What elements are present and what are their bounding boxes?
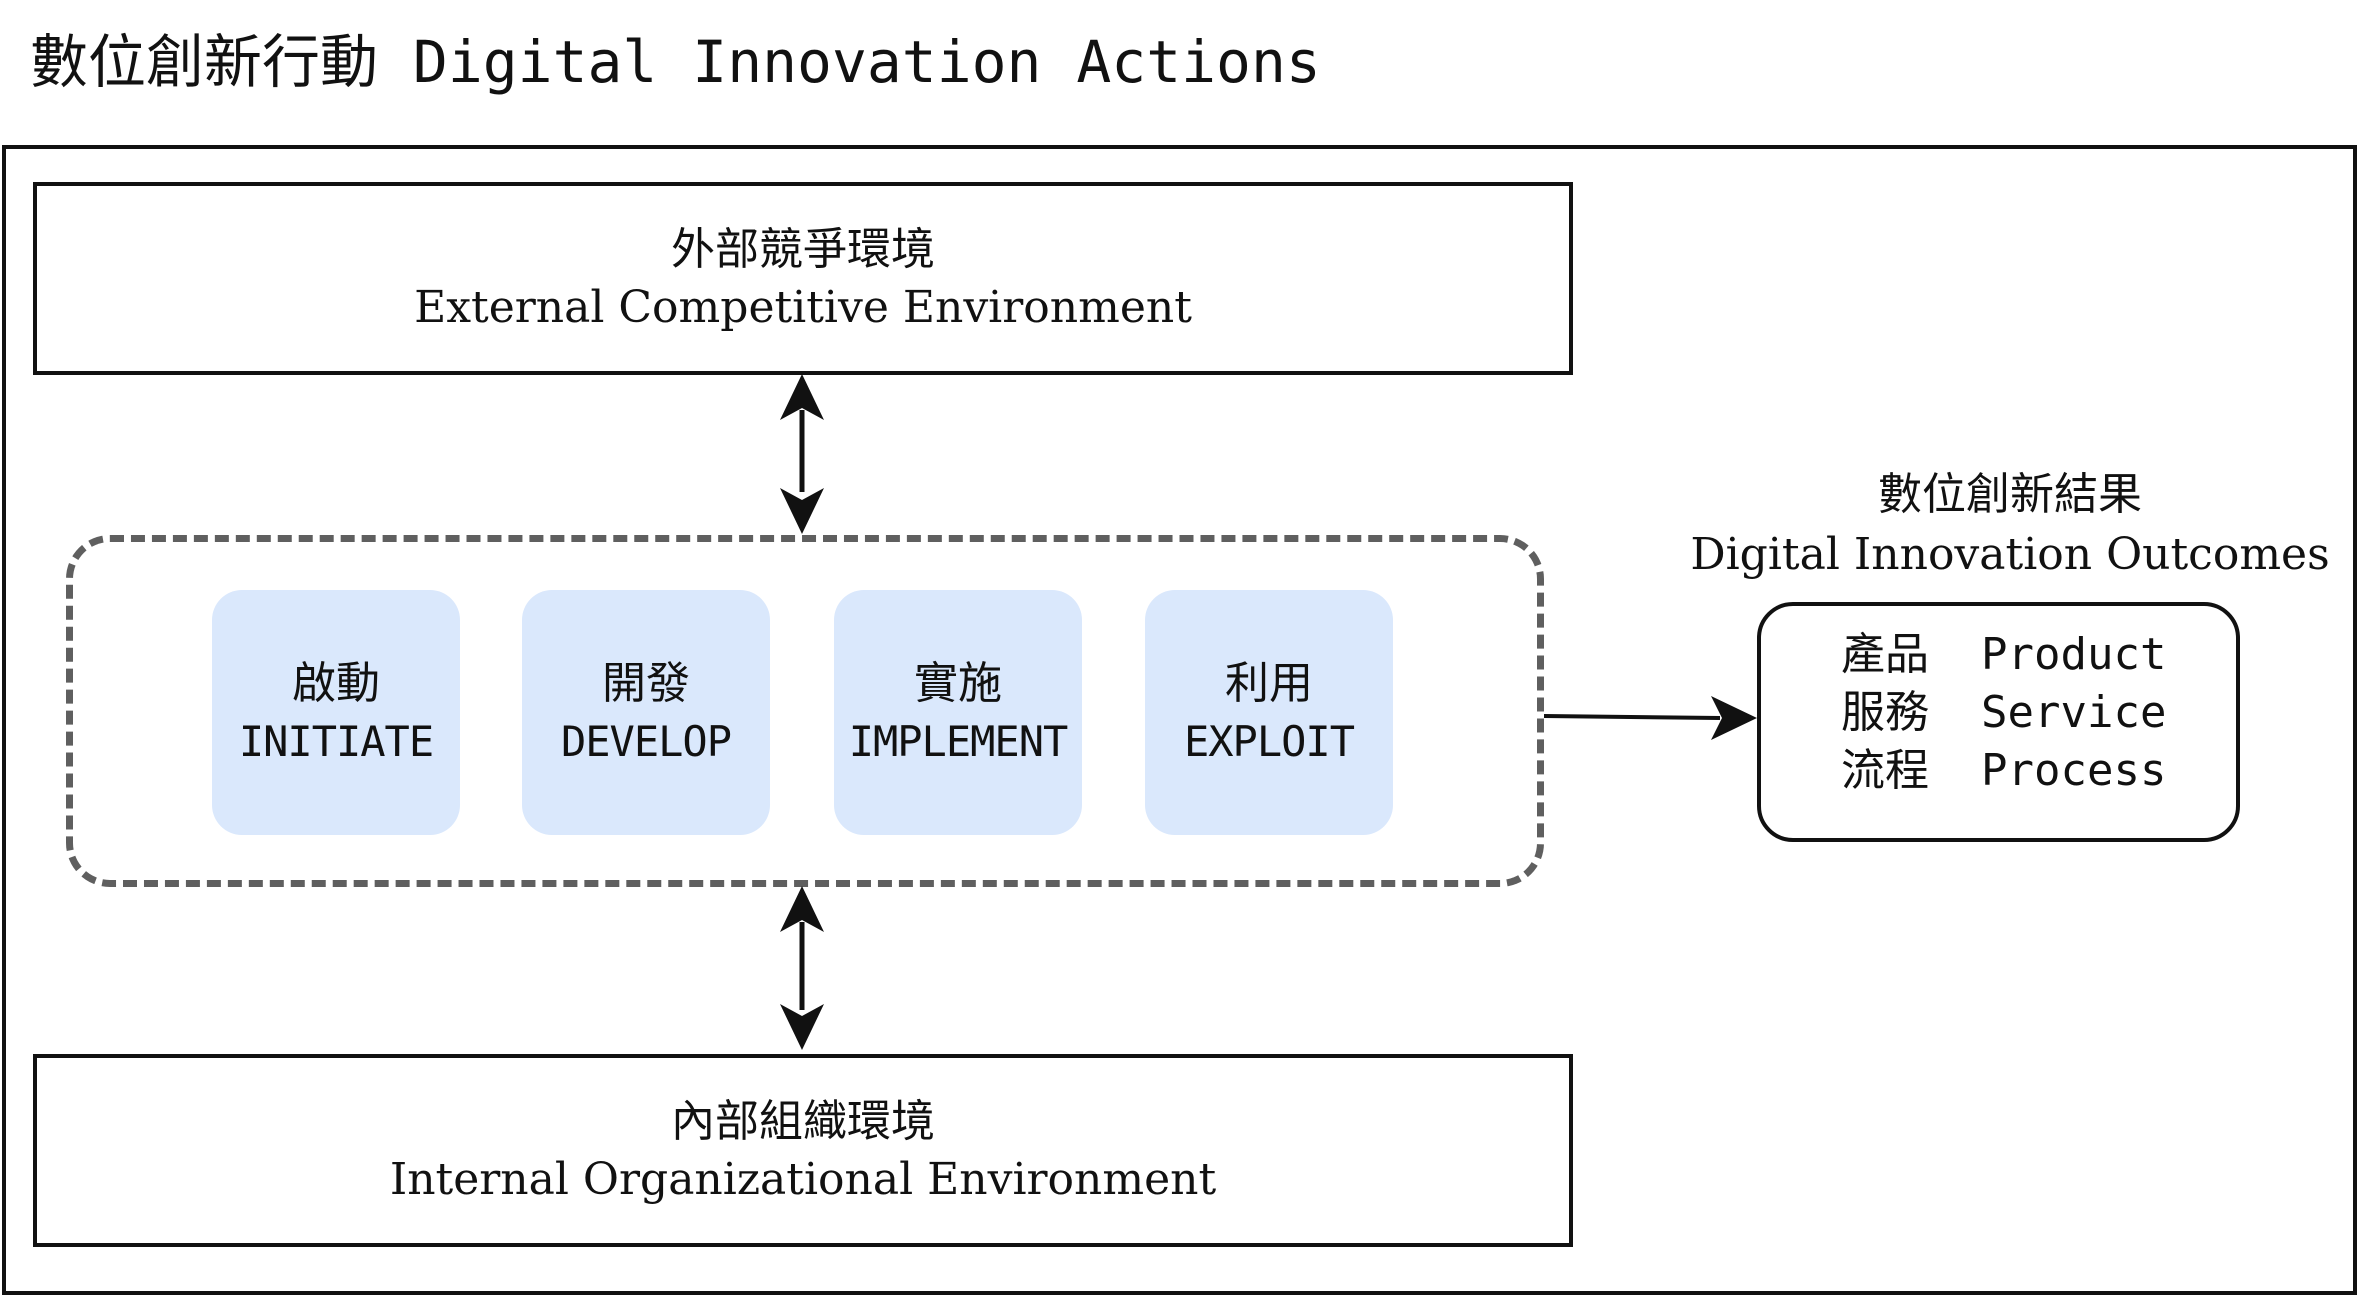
stage-develop: 開發 DEVELOP — [522, 590, 770, 835]
outcome-service-label-en: Service — [1981, 687, 2167, 738]
stage-implement-label-en: IMPLEMENT — [848, 716, 1069, 766]
outcome-product: 產品 Product — [1761, 626, 2236, 684]
stage-implement-label-zh: 實施 — [914, 657, 1002, 709]
outcome-process-label-en: Process — [1981, 745, 2167, 796]
external-environment-label-en: External Competitive Environment — [414, 281, 1192, 333]
outcomes-heading-en: Digital Innovation Outcomes — [1690, 529, 2330, 580]
external-environment-box: 外部競爭環境 External Competitive Environment — [33, 182, 1573, 375]
internal-environment-box: 內部組織環境 Internal Organizational Environme… — [33, 1054, 1573, 1247]
stage-implement: 實施 IMPLEMENT — [834, 590, 1082, 835]
outcomes-heading: 數位創新結果 Digital Innovation Outcomes — [1660, 465, 2360, 585]
stage-initiate-label-en: INITIATE — [238, 716, 434, 766]
outcome-product-label-zh: 產品 — [1841, 629, 1929, 680]
outcome-process: 流程 Process — [1761, 742, 2236, 800]
stage-develop-label-zh: 開發 — [602, 657, 690, 709]
outcome-service-label-zh: 服務 — [1841, 687, 1929, 738]
page-title: 數位創新行動 Digital Innovation Actions — [30, 28, 1321, 96]
external-environment-label-zh: 外部競爭環境 — [671, 223, 935, 275]
outcomes-heading-zh: 數位創新結果 — [1878, 469, 2142, 520]
internal-environment-label-en: Internal Organizational Environment — [389, 1153, 1217, 1205]
internal-environment-label-zh: 內部組織環境 — [671, 1095, 935, 1147]
outcome-process-label-zh: 流程 — [1841, 745, 1929, 796]
stage-exploit-label-zh: 利用 — [1225, 657, 1313, 709]
stage-exploit: 利用 EXPLOIT — [1145, 590, 1393, 835]
stage-exploit-label-en: EXPLOIT — [1183, 716, 1355, 766]
outcome-service: 服務 Service — [1761, 684, 2236, 742]
outcome-product-label-en: Product — [1981, 629, 2167, 680]
stage-initiate: 啟動 INITIATE — [212, 590, 460, 835]
stage-develop-label-en: DEVELOP — [560, 716, 732, 766]
stage-initiate-label-zh: 啟動 — [292, 657, 380, 709]
outcomes-box: 產品 Product 服務 Service 流程 Process — [1757, 602, 2240, 842]
